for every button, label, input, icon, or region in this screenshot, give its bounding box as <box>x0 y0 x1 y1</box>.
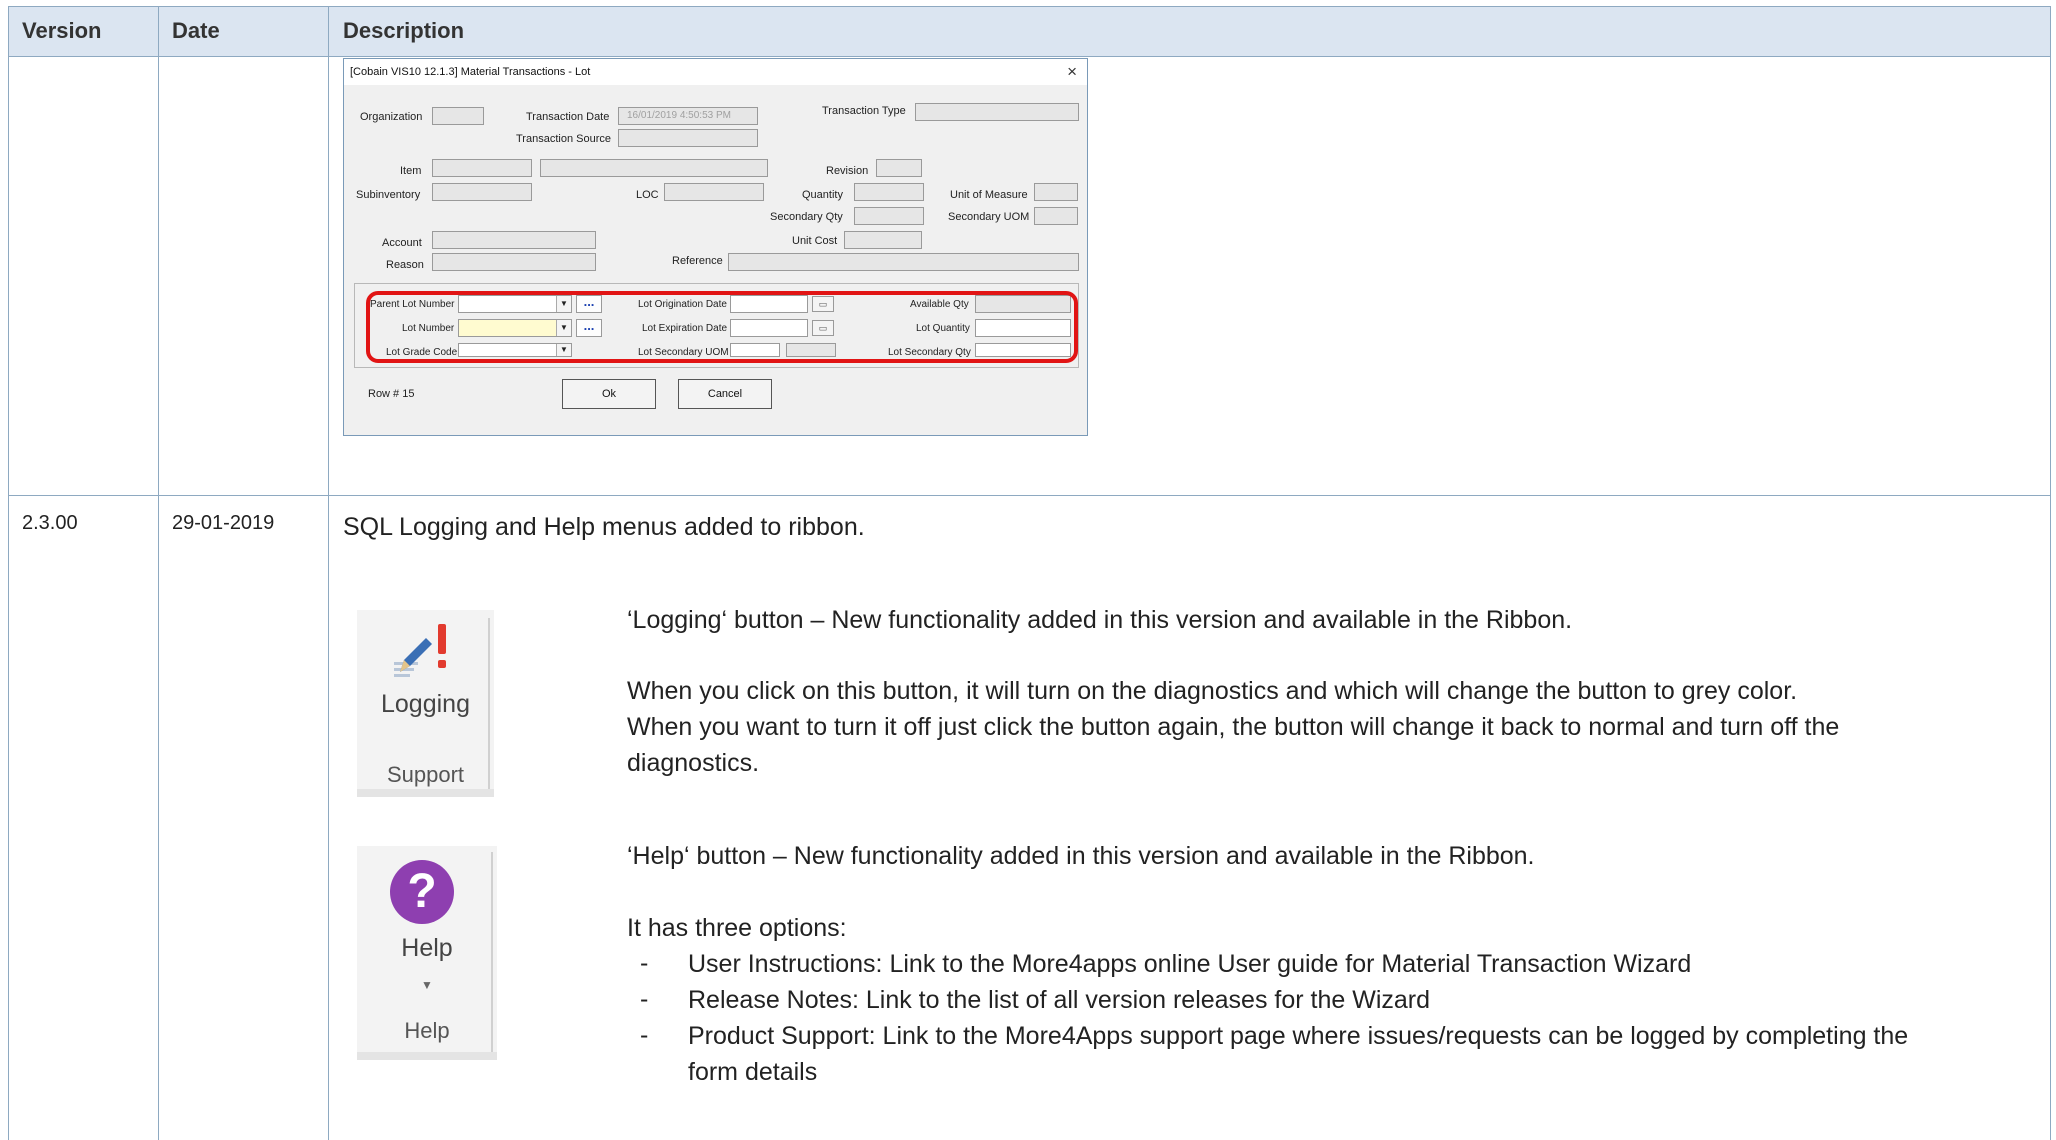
close-icon[interactable]: × <box>1067 62 1077 82</box>
lot-fields-highlight <box>366 291 1078 363</box>
label-secondary-qty: Secondary Qty <box>770 211 843 223</box>
list-bullet: - <box>640 949 649 977</box>
loc-field[interactable] <box>664 183 764 201</box>
material-transactions-lot-dialog: [Cobain VIS10 12.1.3] Material Transacti… <box>343 58 1088 436</box>
header-description: Description <box>343 18 465 43</box>
logging-heading: ‘Logging‘ button – New functionality add… <box>627 606 1573 634</box>
label-secondary-uom: Secondary UOM <box>948 211 1030 223</box>
grid-line <box>158 6 159 1140</box>
help-heading: ‘Help‘ button – New functionality added … <box>627 842 1535 870</box>
logging-line-3: diagnostics. <box>627 749 760 777</box>
subinventory-field[interactable] <box>432 183 532 201</box>
grid-line <box>8 56 2051 57</box>
label-reason: Reason <box>386 259 424 271</box>
support-group-label: Support <box>386 762 465 787</box>
ribbon-separator <box>488 618 490 793</box>
reference-field[interactable] <box>728 253 1079 271</box>
revision-field[interactable] <box>876 159 922 177</box>
help-option-user-instructions: User Instructions: Link to the More4apps… <box>688 950 1692 978</box>
help-option-product-support-cont: form details <box>688 1058 818 1086</box>
transaction-date-field[interactable]: 16/01/2019 4:50:53 PM <box>618 107 758 125</box>
pencil-alert-icon <box>394 624 446 677</box>
organization-field[interactable] <box>432 107 484 125</box>
grid-line <box>2050 6 2051 1140</box>
quantity-field[interactable] <box>854 183 924 201</box>
ok-button[interactable]: Ok <box>562 379 656 409</box>
ribbon-bottom-bar <box>357 1052 497 1060</box>
label-account: Account <box>382 237 422 249</box>
label-subinventory: Subinventory <box>356 189 421 201</box>
logging-line-2: When you want to turn it off just click … <box>627 713 1840 741</box>
grid-line <box>328 6 329 1140</box>
label-revision: Revision <box>826 165 869 177</box>
logging-button-label: Logging <box>381 690 470 718</box>
item-field[interactable] <box>432 159 532 177</box>
ribbon-bottom-bar <box>357 789 494 797</box>
label-loc: LOC <box>636 189 659 201</box>
secondary-uom-field[interactable] <box>1034 207 1078 225</box>
transaction-date-value: 16/01/2019 4:50:53 PM <box>627 110 731 121</box>
row-counter: Row # 15 <box>368 388 415 400</box>
cancel-button[interactable]: Cancel <box>678 379 772 409</box>
list-bullet: - <box>640 985 649 1013</box>
dialog-title-bar: [Cobain VIS10 12.1.3] Material Transacti… <box>344 59 1087 85</box>
grid-line <box>8 495 2051 496</box>
dialog-title: [Cobain VIS10 12.1.3] Material Transacti… <box>350 66 591 78</box>
table-header <box>8 6 2051 56</box>
item-description-field[interactable] <box>540 159 768 177</box>
help-button-label: Help <box>401 934 453 962</box>
help-icon: ? <box>390 860 454 924</box>
label-transaction-date: Transaction Date <box>526 111 610 123</box>
date-value: 29-01-2019 <box>172 512 275 534</box>
transaction-type-field[interactable] <box>915 103 1079 121</box>
transaction-source-field[interactable] <box>618 129 758 147</box>
label-reference: Reference <box>672 255 723 267</box>
help-intro: It has three options: <box>627 914 847 942</box>
logging-ribbon-image: Logging Support <box>357 610 494 797</box>
label-organization: Organization <box>360 111 423 123</box>
label-item: Item <box>400 165 422 177</box>
reason-field[interactable] <box>432 253 596 271</box>
grid-line <box>8 6 9 1140</box>
logging-line-1: When you click on this button, it will t… <box>627 677 1798 705</box>
label-quantity: Quantity <box>802 189 843 201</box>
unit-of-measure-field[interactable] <box>1034 183 1078 201</box>
grid-line <box>8 6 2051 7</box>
account-field[interactable] <box>432 231 596 249</box>
unit-cost-field[interactable] <box>844 231 922 249</box>
change-summary: SQL Logging and Help menus added to ribb… <box>343 513 865 541</box>
label-transaction-type: Transaction Type <box>822 105 906 117</box>
help-option-product-support: Product Support: Link to the More4Apps s… <box>688 1022 1909 1050</box>
help-group-label: Help <box>404 1018 450 1043</box>
label-transaction-source: Transaction Source <box>516 133 611 145</box>
header-version: Version <box>22 18 102 43</box>
label-unit-cost: Unit Cost <box>792 235 838 247</box>
chevron-down-icon: ▼ <box>421 978 433 992</box>
version-value: 2.3.00 <box>22 512 78 534</box>
help-option-release-notes: Release Notes: Link to the list of all v… <box>688 986 1431 1014</box>
help-ribbon-image: ? Help ▼ Help <box>357 846 497 1060</box>
label-unit-of-measure: Unit of Measure <box>950 189 1028 201</box>
secondary-qty-field[interactable] <box>854 207 924 225</box>
list-bullet: - <box>640 1021 649 1049</box>
ribbon-separator <box>491 852 493 1052</box>
header-date: Date <box>172 18 220 43</box>
